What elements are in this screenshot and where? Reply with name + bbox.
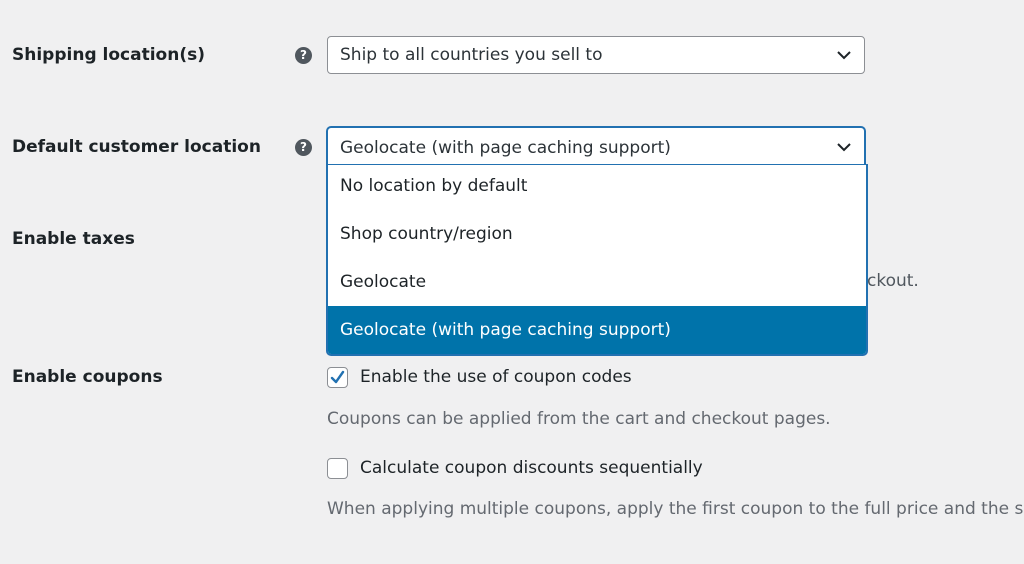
enable-coupons-checkbox-label[interactable]: Enable the use of coupon codes	[360, 366, 632, 388]
sequential-coupons-description: When applying multiple coupons, apply th…	[327, 499, 1024, 519]
shipping-location-label: Shipping location(s)	[12, 45, 205, 65]
option-shop-country[interactable]: Shop country/region	[328, 210, 866, 258]
enable-coupons-label: Enable coupons	[12, 367, 163, 387]
enable-coupons-description: Coupons can be applied from the cart and…	[327, 409, 831, 429]
option-geolocate[interactable]: Geolocate	[328, 258, 866, 306]
checkmark-icon	[330, 370, 345, 384]
help-icon[interactable]: ?	[295, 47, 312, 64]
option-geolocate-caching[interactable]: Geolocate (with page caching support)	[328, 306, 866, 354]
default-customer-location-select[interactable]: Geolocate (with page caching support)	[327, 127, 865, 167]
shipping-location-value: Ship to all countries you sell to	[340, 45, 603, 65]
default-customer-location-value: Geolocate (with page caching support)	[340, 138, 671, 158]
enable-coupons-checkbox[interactable]	[327, 367, 348, 388]
option-no-location[interactable]: No location by default	[328, 165, 866, 210]
location-dropdown-list: No location by default Shop country/regi…	[327, 165, 867, 355]
shipping-location-select[interactable]: Ship to all countries you sell to	[327, 36, 865, 74]
chevron-down-icon	[837, 51, 851, 60]
default-customer-location-label: Default customer location	[12, 137, 261, 157]
help-icon[interactable]: ?	[295, 139, 312, 156]
sequential-coupons-checkbox-label[interactable]: Calculate coupon discounts sequentially	[360, 457, 703, 479]
chevron-down-icon	[837, 143, 851, 152]
enable-taxes-description: ckout.	[867, 271, 919, 291]
enable-taxes-label: Enable taxes	[12, 229, 135, 249]
sequential-coupons-checkbox[interactable]	[327, 458, 348, 479]
